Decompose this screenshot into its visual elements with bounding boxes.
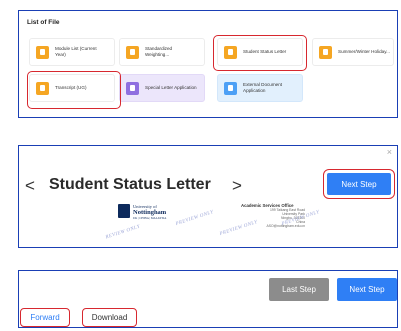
logo-line: UK | CHINA | MALAYSIA [133, 215, 167, 220]
document-icon [126, 45, 139, 59]
card-label: Summer/Winter Holiday... [338, 48, 390, 54]
preview-title: Student Status Letter [49, 176, 211, 193]
highlight-next-step [323, 169, 395, 199]
forward-button[interactable]: Forward [20, 308, 70, 327]
university-logo-text: University of Nottingham UK | CHINA | MA… [133, 204, 166, 220]
watermark: REVIEW ONLY [105, 224, 141, 241]
card-label: Module List (Current Year) [55, 45, 97, 57]
document-icon [224, 81, 237, 95]
actions-panel: Last Step Next Step Forward Download [18, 270, 398, 328]
document-icon [36, 45, 49, 59]
card-summer-winter-holiday[interactable]: Summer/Winter Holiday... [312, 38, 394, 66]
prev-arrow-icon[interactable]: < [25, 176, 35, 196]
card-label: Standardized Weighting... [145, 45, 173, 57]
preview-panel: × < Student Status Letter > Next Step Un… [18, 145, 398, 248]
file-list-title: List of File [27, 19, 60, 26]
download-button[interactable]: Download [82, 308, 137, 327]
card-module-list[interactable]: Module List (Current Year) [29, 38, 115, 66]
card-special-letter-application[interactable]: Special Letter Application [119, 74, 205, 102]
next-step-button[interactable]: Next Step [337, 278, 397, 301]
next-arrow-icon[interactable]: > [232, 176, 242, 196]
card-standardized-weighting[interactable]: Standardized Weighting... [119, 38, 205, 66]
highlight-student-status-letter [213, 35, 307, 71]
letter-icon [126, 81, 139, 95]
document-icon [319, 45, 332, 59]
highlight-transcript-ug [27, 71, 121, 109]
last-step-button[interactable]: Last Step [269, 278, 329, 301]
card-label: Special Letter Application [145, 84, 197, 90]
close-icon[interactable]: × [387, 147, 392, 157]
watermark: PREVIEW ONLY [175, 210, 215, 227]
card-label: External Document Application [243, 81, 283, 93]
file-list-panel: List of File Module List (Current Year) … [18, 10, 398, 118]
university-logo [118, 204, 130, 218]
card-external-document-application[interactable]: External Document Application [217, 74, 303, 102]
